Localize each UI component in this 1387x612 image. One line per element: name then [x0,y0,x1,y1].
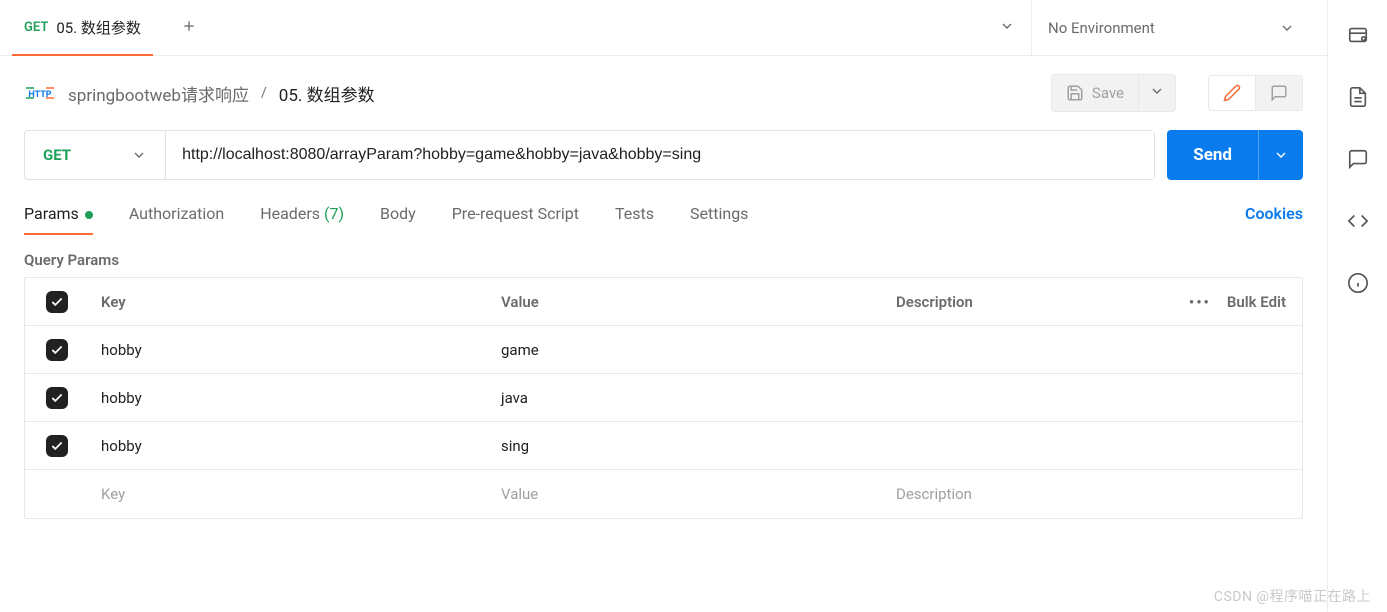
breadcrumb-separator: / [261,85,267,101]
method-label: GET [43,146,71,164]
tab-settings[interactable]: Settings [690,204,748,235]
save-icon [1066,84,1084,102]
right-sidebar [1327,0,1387,612]
params-indicator-dot [85,211,93,219]
params-table: Key Value Description ••• Bulk Edit hobb… [24,277,1303,519]
breadcrumb: HTTP springbootweb请求响应 / 05. 数组参数 Save [0,56,1327,130]
col-value: Value [489,293,884,311]
environment-select[interactable]: No Environment [1031,0,1311,55]
table-row: hobby game [25,326,1302,374]
cookies-link[interactable]: Cookies [1245,204,1303,235]
tabs-chevron-down-icon[interactable] [999,18,1015,38]
param-value[interactable]: java [489,389,884,407]
save-button[interactable]: Save [1051,74,1138,112]
breadcrumb-current: 05. 数组参数 [279,81,375,106]
url-input[interactable] [166,131,1154,179]
environment-label: No Environment [1048,19,1155,37]
send-label: Send [1167,145,1258,165]
svg-text:HTTP: HTTP [28,90,51,100]
table-row: hobby java [25,374,1302,422]
select-all-checkbox[interactable] [46,291,68,313]
save-dropdown[interactable] [1138,74,1176,112]
save-label: Save [1092,84,1124,102]
comments-icon[interactable] [1347,148,1369,170]
row-checkbox[interactable] [46,339,68,361]
environment-quicklook-icon[interactable] [1347,24,1369,46]
new-desc-input[interactable]: Description [884,485,1162,503]
tabs-bar: GET 05. 数组参数 No Environment [0,0,1327,56]
table-new-row: Key Value Description [25,470,1302,518]
more-icon[interactable]: ••• [1189,293,1211,311]
tab-tests[interactable]: Tests [615,204,654,235]
breadcrumb-collection[interactable]: springbootweb请求响应 [68,81,249,106]
bulk-edit-link[interactable]: Bulk Edit [1227,293,1286,311]
edit-button[interactable] [1209,76,1255,110]
info-icon[interactable] [1347,272,1369,294]
tab-authorization[interactable]: Authorization [129,204,224,235]
comment-button[interactable] [1255,76,1302,110]
param-value[interactable]: game [489,341,884,359]
param-key[interactable]: hobby [89,341,489,359]
new-key-input[interactable]: Key [89,485,489,503]
param-key[interactable]: hobby [89,389,489,407]
tab-title: 05. 数组参数 [56,17,141,38]
tab-method: GET [24,20,48,35]
request-tab[interactable]: GET 05. 数组参数 [0,0,165,55]
table-row: hobby sing [25,422,1302,470]
send-dropdown[interactable] [1258,130,1303,180]
row-checkbox[interactable] [46,387,68,409]
tab-params[interactable]: Params [24,204,93,235]
table-header-row: Key Value Description ••• Bulk Edit [25,278,1302,326]
comment-icon [1270,84,1288,102]
new-value-input[interactable]: Value [489,485,884,503]
row-checkbox[interactable] [46,435,68,457]
watermark: CSDN @程序喵正在路上 [1214,586,1371,606]
query-params-title: Query Params [0,235,1327,277]
method-select[interactable]: GET [25,131,166,179]
tab-prerequest[interactable]: Pre-request Script [452,204,579,235]
add-tab-button[interactable] [165,18,213,38]
tab-body[interactable]: Body [380,204,416,235]
code-icon[interactable] [1347,210,1369,232]
send-button[interactable]: Send [1167,130,1303,180]
headers-count: (7) [324,204,344,223]
param-key[interactable]: hobby [89,437,489,455]
http-icon: HTTP [24,82,56,104]
tab-headers[interactable]: Headers (7) [260,204,344,235]
documentation-icon[interactable] [1347,86,1369,108]
param-value[interactable]: sing [489,437,884,455]
chevron-down-icon [131,147,147,163]
col-description: Description [884,293,1162,311]
col-key: Key [89,293,489,311]
pencil-icon [1223,84,1241,102]
